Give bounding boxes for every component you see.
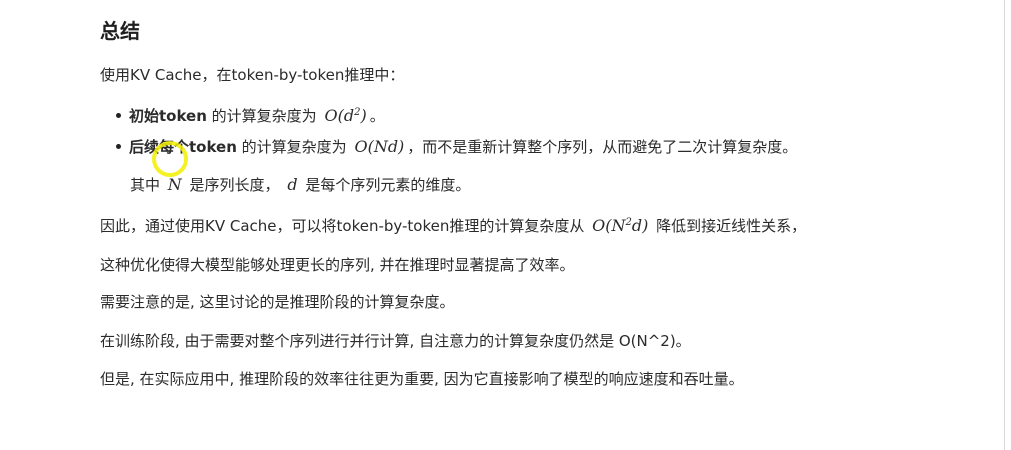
variable-note: 其中 N 是序列长度， d 是每个序列元素的维度。	[130, 174, 470, 196]
bullet-tail: ，而不是重新计算整个序列，从而避免了二次计算复杂度。	[407, 138, 798, 156]
bullet-dot-icon	[116, 144, 121, 149]
math-base: O(d	[324, 106, 355, 125]
math-formula: O(N2d)	[592, 216, 648, 235]
math-formula: O(d2)	[324, 106, 366, 125]
math-var-n: N	[167, 175, 182, 194]
bullet-subsequent-token: 后续每个token 的计算复杂度为 O(Nd) ，而不是重新计算整个序列，从而避免…	[116, 136, 797, 158]
bullet-text: 的计算复杂度为	[206, 107, 322, 125]
paragraph-optimization: 这种优化使得大模型能够处理更长的序列, 并在推理时显著提高了效率。	[100, 256, 575, 274]
bullet-dot-icon	[116, 113, 121, 118]
conclusion-prefix: 因此，通过使用KV Cache，可以将token-by-token推理的计算复杂…	[100, 217, 590, 235]
paragraph-note: 需要注意的是, 这里讨论的是推理阶段的计算复杂度。	[100, 293, 455, 311]
paragraph-training: 在训练阶段, 由于需要对整个序列进行并行计算, 自注意力的计算复杂度仍然是 O(…	[100, 332, 691, 350]
note-suffix: 是每个序列元素的维度。	[300, 176, 471, 194]
paragraph-practical: 但是, 在实际应用中, 推理阶段的效率往往更为重要, 因为它直接影响了模型的响应…	[100, 370, 744, 388]
conclusion-line: 因此，通过使用KV Cache，可以将token-by-token推理的计算复杂…	[100, 212, 806, 237]
bullet-text: 的计算复杂度为	[236, 138, 352, 156]
bullet-tail: 。	[369, 107, 385, 125]
math-end: d)	[631, 216, 649, 235]
bullet-bold-term: 后续每个token	[129, 138, 237, 156]
right-border-line	[1004, 0, 1005, 450]
conclusion-suffix: 降低到接近线性关系，	[651, 217, 807, 235]
intro-line: 使用KV Cache，在token-by-token推理中：	[100, 66, 405, 84]
bullet-initial-token: 初始token 的计算复杂度为 O(d2)。	[116, 102, 385, 127]
section-heading: 总结	[100, 19, 140, 43]
note-prefix: 其中	[130, 176, 165, 194]
math-base: O(N	[592, 216, 626, 235]
math-var-d: d	[287, 175, 298, 194]
bullet-bold-term: 初始token	[129, 107, 207, 125]
math-end: )	[360, 106, 367, 125]
note-mid: 是序列长度，	[184, 176, 285, 194]
math-formula: O(Nd)	[354, 137, 405, 156]
